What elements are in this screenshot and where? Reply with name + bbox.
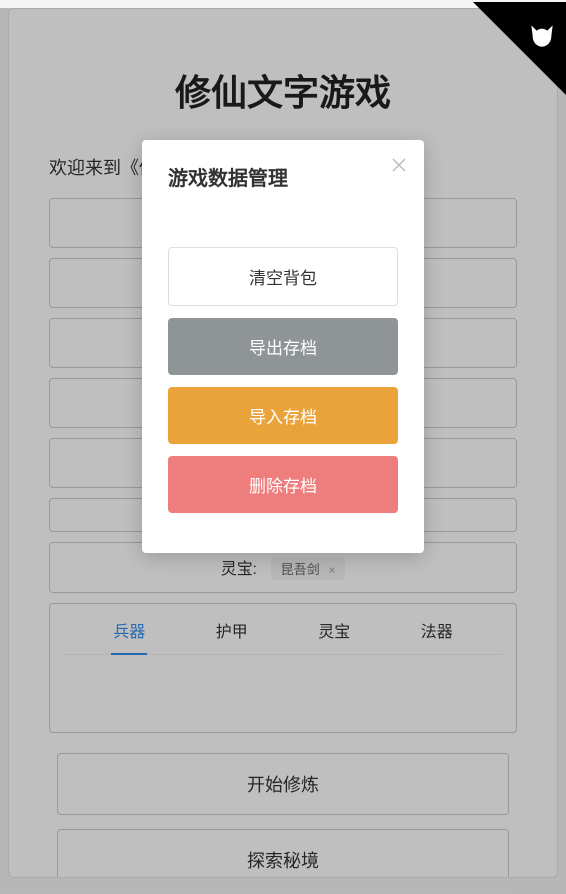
cat-icon [526, 20, 558, 52]
clear-bag-button[interactable]: 清空背包 [168, 247, 398, 306]
cultivate-button[interactable]: 开始修炼 [57, 753, 509, 815]
tab-armor[interactable]: 护甲 [181, 604, 284, 654]
modal-buttons: 清空背包 导出存档 导入存档 删除存档 [168, 247, 398, 513]
tab-weapons[interactable]: 兵器 [78, 604, 181, 654]
modal-title: 游戏数据管理 [168, 162, 398, 191]
tab-faqi[interactable]: 法器 [386, 604, 489, 654]
lingbao-item-tag[interactable]: 昆吾剑 × [271, 557, 346, 580]
inventory-tabs: 兵器 护甲 灵宝 法器 [49, 603, 517, 733]
actions-panel: 开始修炼 探索秘境 数据管理 当前游戏版本0.3.8 [57, 753, 509, 878]
close-icon[interactable]: × [329, 563, 335, 577]
delete-save-button[interactable]: 删除存档 [168, 456, 398, 513]
tab-row: 兵器 护甲 灵宝 法器 [64, 604, 502, 655]
lingbao-item-name: 昆吾剑 [281, 563, 320, 578]
import-save-button[interactable]: 导入存档 [168, 387, 398, 444]
export-save-button[interactable]: 导出存档 [168, 318, 398, 375]
explore-button[interactable]: 探索秘境 [57, 829, 509, 878]
close-icon[interactable] [392, 158, 406, 176]
tab-lingbao[interactable]: 灵宝 [283, 604, 386, 654]
data-manage-modal: 游戏数据管理 清空背包 导出存档 导入存档 删除存档 [142, 140, 424, 553]
stat-lingbao-label: 灵宝: [221, 559, 257, 578]
corner-ribbon[interactable] [442, 2, 566, 132]
